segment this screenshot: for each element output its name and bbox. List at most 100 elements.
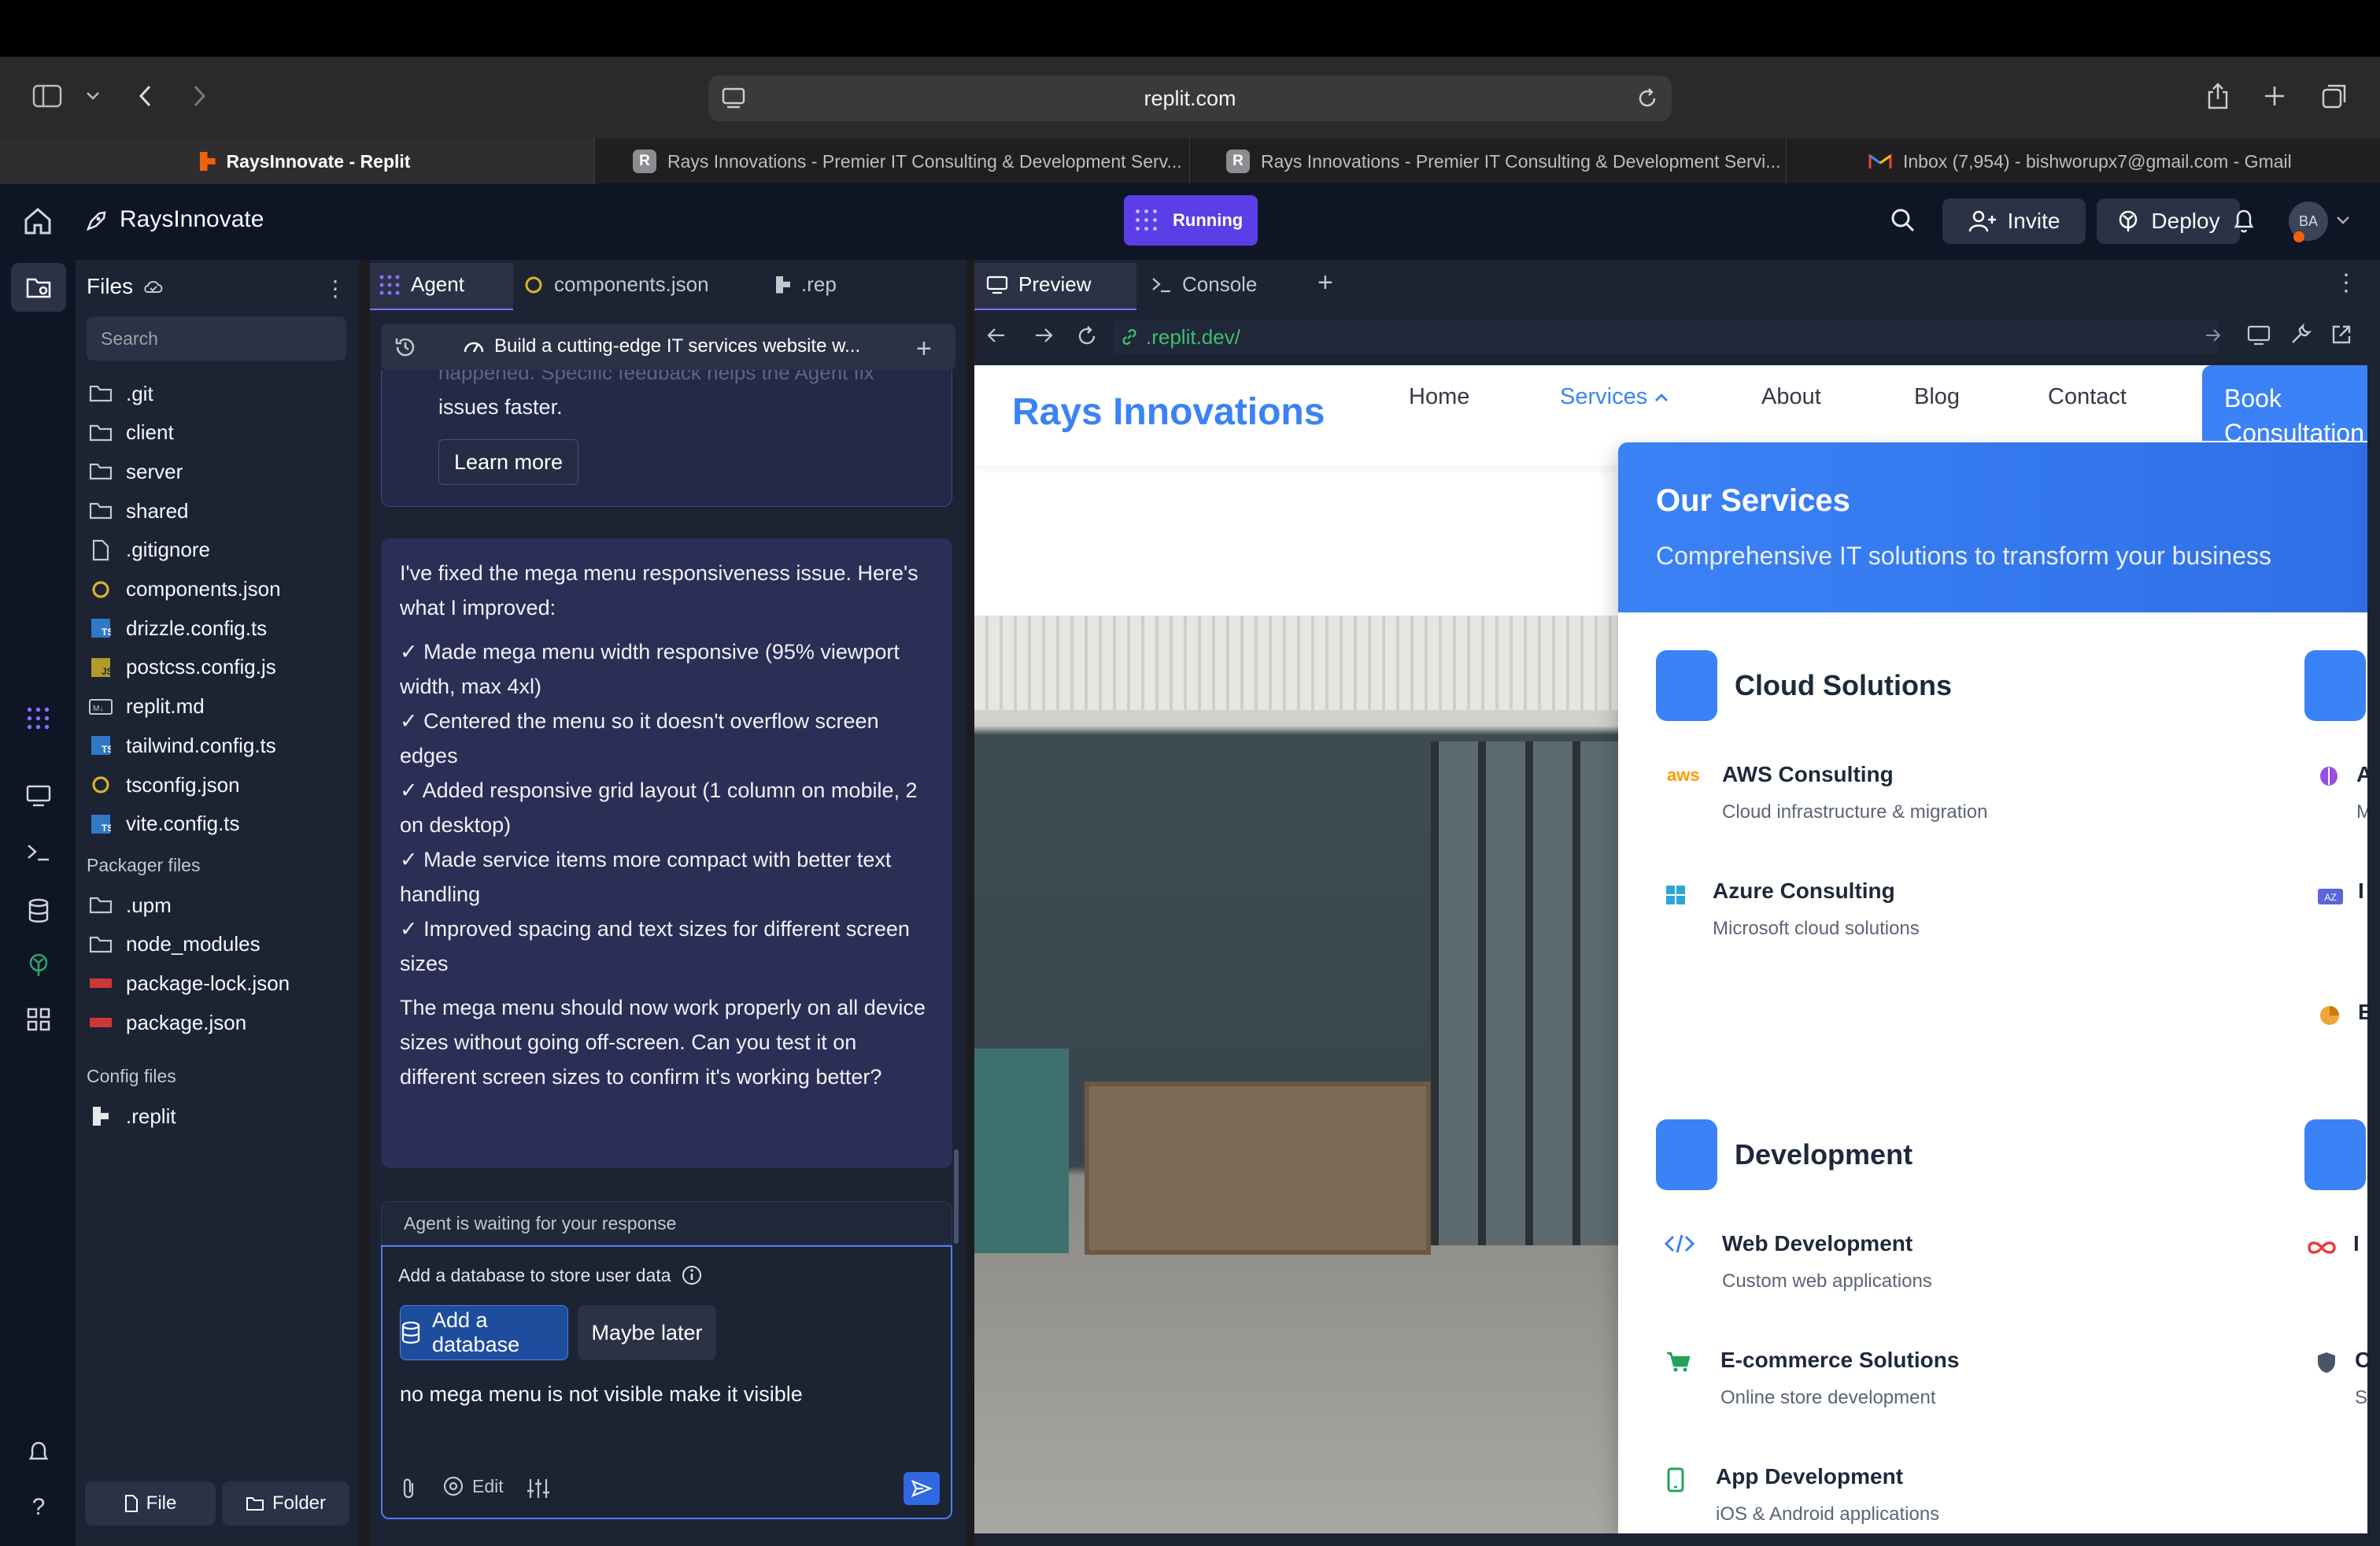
file-tree-item[interactable]: package.json: [88, 1007, 246, 1038]
category-title[interactable]: Cloud Solutions: [1735, 669, 1952, 702]
forward-icon[interactable]: [183, 79, 217, 113]
edit-mode-button[interactable]: Edit: [442, 1475, 504, 1497]
site-logo[interactable]: Rays Innovations: [1012, 390, 1325, 434]
new-folder-button[interactable]: Folder: [222, 1481, 349, 1526]
home-icon[interactable]: [22, 206, 54, 236]
service-name[interactable]: Web Development: [1722, 1231, 1913, 1256]
service-name-clipped[interactable]: I: [2358, 878, 2364, 904]
database-tool-icon[interactable]: [22, 894, 55, 927]
sidebar-toggle-icon[interactable]: [30, 79, 65, 113]
nav-about[interactable]: About: [1761, 384, 1821, 410]
chat-scrollbar[interactable]: [954, 1149, 959, 1244]
tab-overview-icon[interactable]: [2317, 79, 2352, 113]
attach-icon[interactable]: [400, 1477, 419, 1500]
svg-text:M↓: M↓: [93, 705, 103, 713]
nav-blog[interactable]: Blog: [1914, 384, 1960, 410]
info-icon[interactable]: [681, 1264, 703, 1286]
service-name[interactable]: App Development: [1716, 1464, 1903, 1489]
deployments-tool-icon[interactable]: [22, 949, 55, 982]
maybe-later-button[interactable]: Maybe later: [578, 1305, 716, 1360]
settings-sliders-icon[interactable]: [526, 1477, 551, 1500]
chevron-down-icon[interactable]: [76, 79, 110, 113]
files-search-input[interactable]: Search: [87, 316, 346, 361]
alerts-icon[interactable]: [22, 1436, 55, 1469]
learn-more-button[interactable]: Learn more: [438, 439, 578, 485]
tab-components-json[interactable]: components.json: [524, 272, 709, 297]
file-tree-item[interactable]: shared: [88, 495, 189, 527]
book-consultation-button[interactable]: Book Consultation: [2202, 365, 2367, 441]
file-tree-item[interactable]: M↓ replit.md: [88, 691, 205, 723]
page-settings-icon[interactable]: [721, 87, 746, 110]
browser-tab-gmail[interactable]: Inbox (7,954) - bishworupx7@gmail.com - …: [1787, 139, 2380, 184]
preview-menu-icon[interactable]: ⋮: [2334, 269, 2358, 297]
send-button[interactable]: [904, 1472, 940, 1505]
reload-icon[interactable]: [1637, 87, 1659, 110]
category-title[interactable]: Development: [1735, 1138, 1913, 1171]
nav-contact[interactable]: Contact: [2048, 384, 2127, 410]
open-new-window-icon[interactable]: [2330, 323, 2353, 346]
file-tree-item[interactable]: TS vite.config.ts: [88, 808, 240, 840]
file-tree-item[interactable]: .gitignore: [88, 534, 210, 566]
service-name-clipped[interactable]: I: [2353, 1231, 2360, 1256]
add-database-button[interactable]: Add a database: [400, 1305, 568, 1360]
service-name-clipped[interactable]: A: [2356, 762, 2367, 787]
browser-tab-rays-1[interactable]: R Rays Innovations - Premier IT Consulti…: [595, 139, 1190, 184]
project-name[interactable]: RaysInnovate: [120, 206, 264, 233]
new-file-button[interactable]: File: [85, 1481, 216, 1526]
files-menu-icon[interactable]: ⋮: [324, 276, 346, 301]
file-tree-item[interactable]: node_modules: [88, 929, 261, 960]
file-tree-item[interactable]: tsconfig.json: [88, 769, 240, 801]
nav-home[interactable]: Home: [1409, 384, 1469, 410]
file-tree-item[interactable]: TS tailwind.config.ts: [88, 730, 276, 761]
service-name-clipped[interactable]: C: [2355, 1348, 2367, 1373]
file-tree-item[interactable]: server: [88, 456, 183, 487]
browser-tab-replit[interactable]: RaysInnovate - Replit: [0, 139, 595, 184]
invite-button[interactable]: Invite: [1942, 198, 2086, 244]
share-icon[interactable]: [2201, 79, 2235, 113]
file-tree-item[interactable]: .git: [88, 378, 153, 409]
file-tree-item[interactable]: package-lock.json: [88, 967, 290, 999]
add-tab-icon[interactable]: +: [1318, 268, 1333, 298]
shell-tool-icon[interactable]: [22, 836, 55, 869]
file-tree-item[interactable]: TS drizzle.config.ts: [88, 612, 267, 644]
service-name[interactable]: AWS Consulting: [1722, 762, 1894, 787]
tab-console[interactable]: Console: [1151, 272, 1257, 297]
json-file-icon: [88, 775, 113, 795]
nav-services[interactable]: Services: [1560, 384, 1669, 410]
avatar-menu-chevron-icon[interactable]: [2336, 216, 2350, 225]
open-arrow-icon[interactable]: [2204, 326, 2223, 345]
devtools-wrench-icon[interactable]: [2289, 323, 2312, 346]
webview-tool-icon[interactable]: [22, 779, 55, 812]
address-bar[interactable]: replit.com: [708, 76, 1672, 121]
service-name-clipped[interactable]: E: [2358, 1000, 2367, 1025]
new-tab-icon[interactable]: [2257, 79, 2292, 113]
back-icon[interactable]: [128, 79, 162, 113]
preview-reload-icon[interactable]: [1075, 324, 1099, 348]
file-tree-item[interactable]: .upm: [88, 890, 172, 921]
file-tree-item[interactable]: .replit: [88, 1100, 176, 1132]
help-icon[interactable]: ?: [22, 1491, 55, 1524]
search-icon[interactable]: [1890, 208, 1916, 233]
service-name[interactable]: E-commerce Solutions: [1720, 1348, 1959, 1373]
file-tree-label: replit.md: [126, 694, 205, 719]
browser-tab-rays-2[interactable]: R Rays Innovations - Premier IT Consulti…: [1190, 139, 1787, 184]
file-tree-item[interactable]: JS postcss.config.js: [88, 652, 276, 683]
deploy-button[interactable]: Deploy: [2097, 198, 2240, 244]
notifications-icon[interactable]: [2232, 208, 2256, 235]
agent-tool-icon[interactable]: [22, 702, 55, 735]
new-thread-icon[interactable]: +: [916, 334, 932, 364]
chat-input[interactable]: no mega menu is not visible make it visi…: [400, 1382, 803, 1407]
preview-back-icon[interactable]: [985, 324, 1007, 346]
preview-forward-icon[interactable]: [1033, 324, 1055, 346]
files-tool-icon[interactable]: [22, 271, 55, 304]
history-icon[interactable]: [394, 335, 417, 359]
all-tools-icon[interactable]: [22, 1003, 55, 1036]
preview-url-bar[interactable]: .replit.dev/: [1113, 320, 2218, 354]
device-icon[interactable]: [2246, 324, 2271, 346]
run-status-button[interactable]: Running: [1124, 195, 1258, 246]
service-name[interactable]: Azure Consulting: [1713, 878, 1895, 904]
file-tree-item[interactable]: client: [88, 417, 174, 449]
file-tree-item[interactable]: components.json: [88, 574, 281, 605]
thread-title-row[interactable]: Build a cutting-edge IT services website…: [463, 335, 860, 357]
tab-replit-config[interactable]: .rep: [776, 272, 837, 297]
